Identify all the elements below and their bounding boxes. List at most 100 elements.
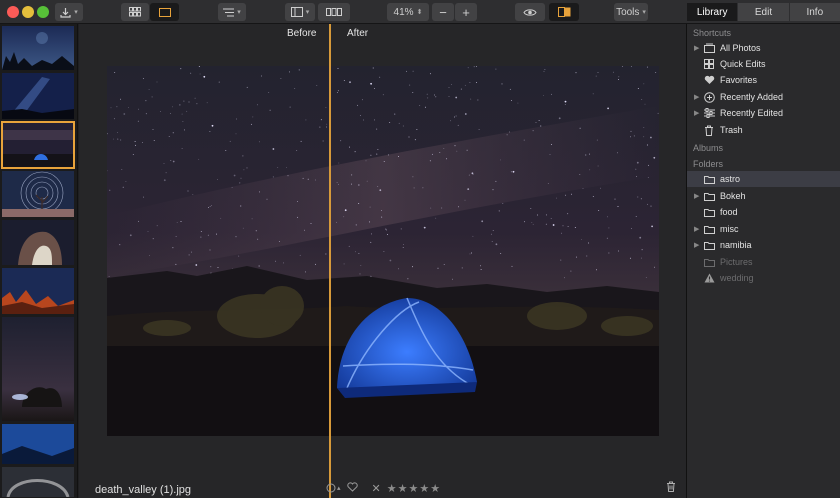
sidebar-folder-astro[interactable]: astro bbox=[687, 171, 840, 187]
sidebar-item-label: Quick Edits bbox=[720, 59, 766, 69]
main-photo bbox=[107, 66, 659, 436]
sidebar-folder-food[interactable]: food bbox=[687, 204, 840, 220]
star-rating[interactable]: ★ ★ ★ ★ ★ bbox=[387, 482, 440, 495]
disclosure-triangle-icon[interactable]: ▶ bbox=[694, 109, 699, 117]
folder-icon bbox=[703, 190, 715, 202]
photo-viewer: Before After death_valley (1).jpg ▴ ✕ ★ … bbox=[79, 24, 686, 498]
sort-button[interactable]: ▾ bbox=[218, 3, 246, 21]
reject-button[interactable]: ✕ bbox=[372, 482, 381, 495]
folder-icon bbox=[703, 223, 715, 235]
filmstrip-thumb[interactable] bbox=[2, 467, 74, 497]
tab-info[interactable]: Info bbox=[788, 3, 840, 21]
sidebar-folder-misc[interactable]: ▶ misc bbox=[687, 221, 840, 237]
filmstrip-thumb[interactable] bbox=[2, 317, 74, 421]
disclosure-triangle-icon[interactable]: ▶ bbox=[694, 241, 699, 249]
photos-stack-icon bbox=[703, 42, 715, 54]
star-icon[interactable]: ★ bbox=[408, 482, 418, 495]
zoom-level: 41% bbox=[393, 6, 414, 18]
compare-button[interactable] bbox=[549, 3, 579, 21]
star-icon[interactable]: ★ bbox=[430, 482, 440, 495]
sidebar-folder-pictures[interactable]: Pictures bbox=[687, 254, 840, 270]
zoom-select[interactable]: 41% ⬍ bbox=[387, 3, 429, 21]
grid-icon bbox=[703, 58, 715, 70]
chevron-up-icon: ▴ bbox=[337, 485, 341, 492]
filename: death_valley (1).jpg bbox=[95, 484, 192, 496]
window-close-button[interactable] bbox=[7, 6, 19, 18]
sidebar-item-label: Trash bbox=[720, 125, 743, 135]
warning-icon bbox=[703, 272, 715, 284]
star-icon[interactable]: ★ bbox=[398, 482, 408, 495]
tools-label: Tools bbox=[616, 6, 640, 18]
sidebar-item-favorites[interactable]: Favorites bbox=[687, 72, 840, 88]
minus-icon: − bbox=[439, 4, 447, 20]
circle-icon bbox=[326, 483, 336, 493]
star-icon[interactable]: ★ bbox=[419, 482, 429, 495]
filmstrip-thumb[interactable] bbox=[2, 220, 74, 265]
sidebar-item-label: food bbox=[720, 207, 738, 217]
panel-toggle-button[interactable]: ▾ bbox=[285, 3, 315, 21]
mode-tabs: Library Edit Info bbox=[686, 3, 840, 21]
sidebar-item-recently-edited[interactable]: ▶ Recently Edited bbox=[687, 105, 840, 121]
filmstrip-thumb[interactable] bbox=[2, 26, 74, 70]
folder-icon bbox=[703, 206, 715, 218]
disclosure-triangle-icon[interactable]: ▶ bbox=[694, 192, 699, 200]
disclosure-triangle-icon[interactable]: ▶ bbox=[694, 225, 699, 233]
import-button[interactable]: ▾ bbox=[55, 3, 83, 21]
chevron-down-icon: ▾ bbox=[74, 9, 78, 16]
eye-icon bbox=[523, 8, 537, 16]
chevron-down-icon: ▾ bbox=[237, 9, 241, 16]
sidebar-item-label: misc bbox=[720, 224, 739, 234]
grid-view-button[interactable] bbox=[121, 3, 149, 21]
filmstrip-thumb[interactable] bbox=[2, 171, 74, 217]
sidebar-folder-namibia[interactable]: ▶ namibia bbox=[687, 237, 840, 253]
rating-bar: ▴ ✕ ★ ★ ★ ★ ★ bbox=[326, 481, 440, 495]
section-title-albums: Albums bbox=[693, 143, 724, 153]
disclosure-triangle-icon[interactable]: ▶ bbox=[694, 93, 699, 101]
zoom-in-button[interactable]: + bbox=[455, 3, 477, 21]
trash-icon bbox=[703, 124, 715, 136]
sidebar-item-trash[interactable]: Trash bbox=[687, 122, 840, 138]
heart-icon bbox=[346, 481, 358, 492]
window-minimize-button[interactable] bbox=[22, 6, 34, 18]
preview-button[interactable] bbox=[515, 3, 545, 21]
grid-icon bbox=[129, 7, 141, 17]
color-label-button[interactable]: ▴ bbox=[326, 483, 341, 493]
sidebar-icon bbox=[290, 7, 303, 17]
filmstrip-thumb[interactable] bbox=[2, 73, 74, 119]
single-view-button[interactable] bbox=[150, 3, 179, 21]
favorite-button[interactable] bbox=[346, 481, 358, 495]
after-label: After bbox=[347, 28, 369, 39]
tab-edit[interactable]: Edit bbox=[737, 3, 789, 21]
sidebar-item-label: Recently Added bbox=[720, 92, 784, 102]
tools-menu[interactable]: Tools ▾ bbox=[614, 3, 648, 21]
filmstrip-thumb[interactable] bbox=[2, 424, 74, 464]
toolbar: ▾ ▾ ▾ 41% ⬍ − + Tools ▾ Library Edit Inf… bbox=[0, 0, 840, 24]
sidebar-item-label: astro bbox=[720, 174, 741, 184]
star-icon[interactable]: ★ bbox=[387, 482, 397, 495]
zoom-out-button[interactable]: − bbox=[432, 3, 454, 21]
sidebar-folder-wedding[interactable]: wedding bbox=[687, 270, 840, 286]
filmstrip-thumb[interactable] bbox=[2, 268, 74, 314]
sidebar-item-label: Recently Edited bbox=[720, 108, 784, 118]
sidebar-folder-bokeh[interactable]: ▶ Bokeh bbox=[687, 188, 840, 204]
sidebar-item-label: Pictures bbox=[720, 257, 753, 267]
filmstrip-button[interactable] bbox=[318, 3, 350, 21]
sidebar-item-label: Bokeh bbox=[720, 191, 746, 201]
delete-photo-button[interactable] bbox=[666, 481, 676, 495]
folder-icon bbox=[703, 173, 715, 185]
sidebar-item-recently-added[interactable]: ▶ Recently Added bbox=[687, 89, 840, 105]
download-icon bbox=[60, 7, 71, 18]
plus-icon: + bbox=[462, 4, 470, 20]
sidebar-item-all-photos[interactable]: ▶ All Photos bbox=[687, 40, 840, 56]
filmstrip-thumb-selected[interactable] bbox=[1, 121, 75, 169]
disclosure-triangle-icon[interactable]: ▶ bbox=[694, 44, 699, 52]
window-maximize-button[interactable] bbox=[37, 6, 49, 18]
sidebar-item-label: namibia bbox=[720, 240, 752, 250]
before-after-divider[interactable] bbox=[329, 24, 331, 498]
tab-library[interactable]: Library bbox=[686, 3, 738, 21]
compare-icon bbox=[557, 7, 570, 17]
chevron-updown-icon: ⬍ bbox=[416, 9, 423, 16]
sidebar-item-quick-edits[interactable]: Quick Edits bbox=[687, 56, 840, 72]
chevron-down-icon: ▾ bbox=[305, 9, 310, 16]
before-label: Before bbox=[287, 28, 317, 39]
